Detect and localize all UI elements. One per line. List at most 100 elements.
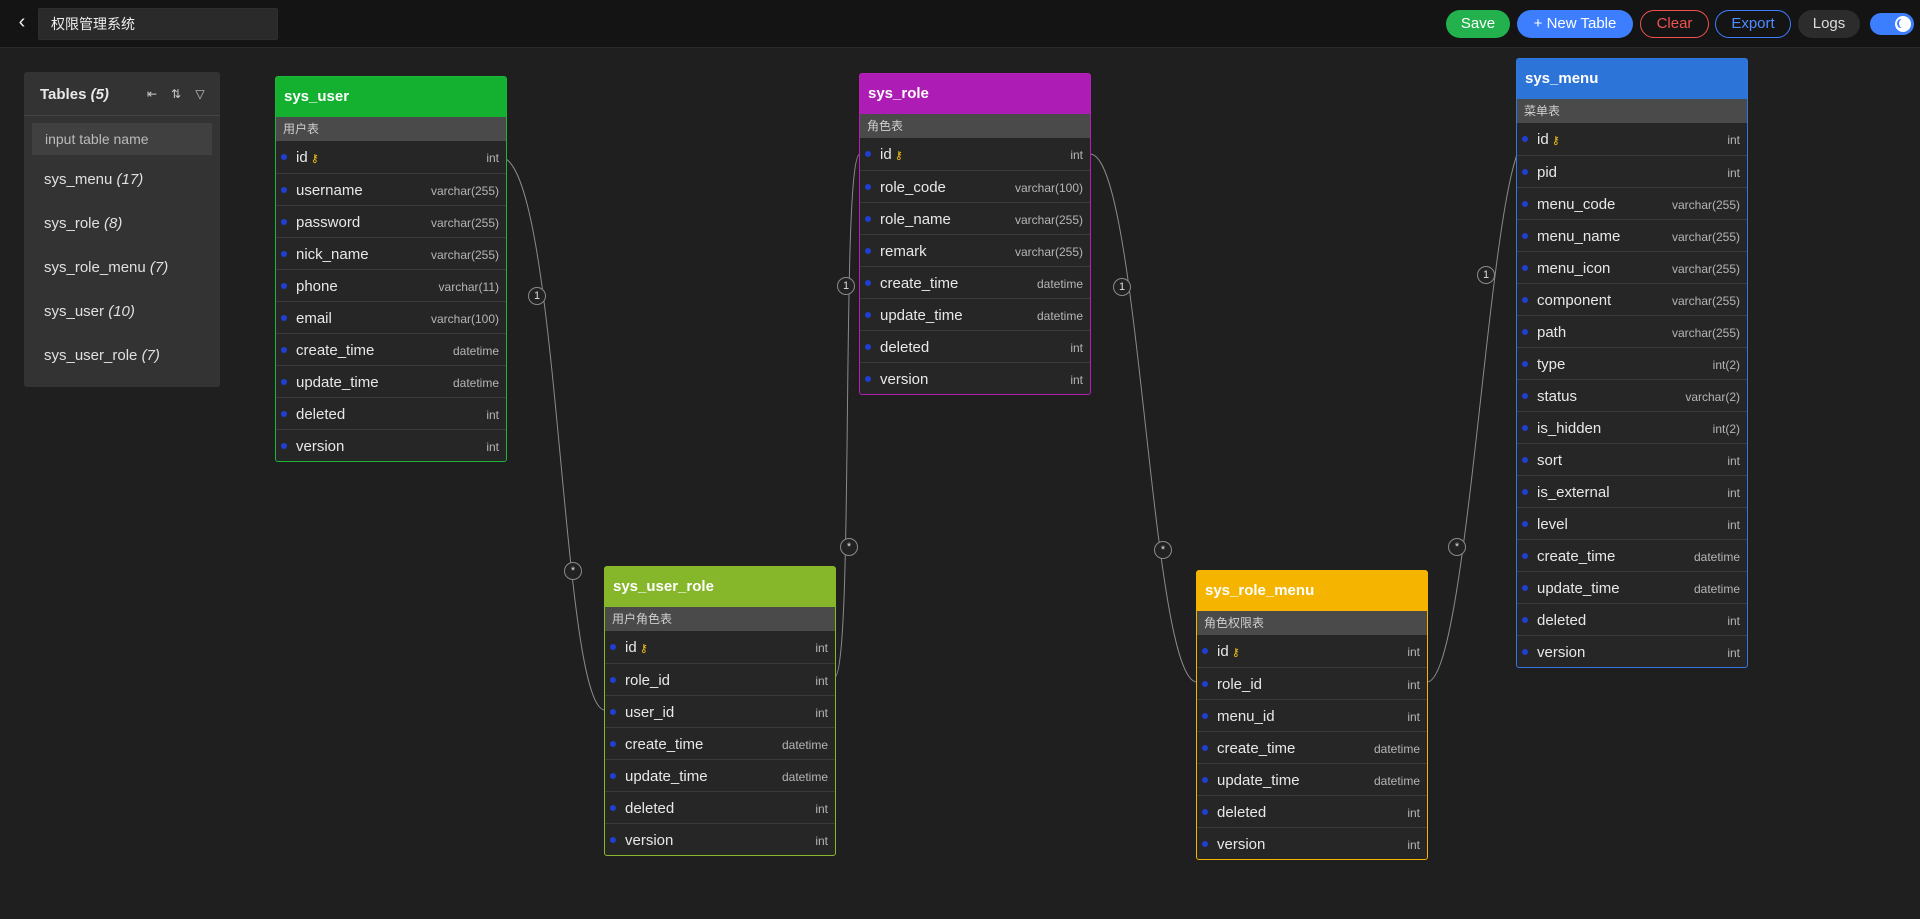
connection-handle[interactable]: [281, 347, 287, 353]
theme-toggle[interactable]: [1870, 13, 1914, 35]
sidebar-item-sys-role-menu[interactable]: sys_role_menu (7): [44, 259, 168, 276]
field-row[interactable]: version int: [605, 823, 835, 855]
table-card-sys-user-role[interactable]: sys_user_role 用户角色表 id ⚷ int role_id int user_i…: [604, 566, 836, 856]
field-row[interactable]: update_time datetime: [1197, 763, 1427, 795]
field-row[interactable]: create_time datetime: [1517, 539, 1747, 571]
table-name[interactable]: sys_role: [860, 74, 1090, 114]
table-card-sys-menu[interactable]: sys_menu 菜单表 id ⚷ int pid int menu_code varchar(…: [1516, 58, 1748, 668]
connection-handle[interactable]: [865, 344, 871, 350]
connection-handle[interactable]: [610, 805, 616, 811]
connection-handle[interactable]: [1522, 425, 1528, 431]
field-row[interactable]: deleted int: [1197, 795, 1427, 827]
connection-handle[interactable]: [1522, 617, 1528, 623]
field-row[interactable]: email varchar(100): [276, 301, 506, 333]
connection-handle[interactable]: [1202, 809, 1208, 815]
field-row[interactable]: create_time datetime: [276, 333, 506, 365]
connection-handle[interactable]: [610, 773, 616, 779]
connection-handle[interactable]: [865, 248, 871, 254]
sidebar-item-sys-menu[interactable]: sys_menu (17): [44, 171, 143, 188]
connection-handle[interactable]: [281, 154, 287, 160]
save-button[interactable]: Save: [1446, 10, 1510, 38]
connection-handle[interactable]: [610, 644, 616, 650]
connection-handle[interactable]: [1522, 457, 1528, 463]
field-row[interactable]: deleted int: [860, 330, 1090, 362]
connection-handle[interactable]: [281, 411, 287, 417]
field-row[interactable]: menu_code varchar(255): [1517, 187, 1747, 219]
field-row[interactable]: level int: [1517, 507, 1747, 539]
connection-handle[interactable]: [281, 443, 287, 449]
connection-handle[interactable]: [1522, 521, 1528, 527]
field-row[interactable]: update_time datetime: [1517, 571, 1747, 603]
field-row[interactable]: is_hidden int(2): [1517, 411, 1747, 443]
table-name[interactable]: sys_role_menu: [1197, 571, 1427, 611]
field-row[interactable]: id ⚷ int: [1197, 635, 1427, 667]
sort-icon[interactable]: ⇅: [168, 86, 184, 102]
clear-button[interactable]: Clear: [1640, 10, 1709, 38]
field-row[interactable]: role_code varchar(100): [860, 170, 1090, 202]
connection-handle[interactable]: [1522, 393, 1528, 399]
export-button[interactable]: Export: [1715, 10, 1791, 38]
field-row[interactable]: deleted int: [605, 791, 835, 823]
connection-handle[interactable]: [1522, 649, 1528, 655]
field-row[interactable]: version int: [276, 429, 506, 461]
connection-handle[interactable]: [281, 315, 287, 321]
table-name[interactable]: sys_user: [276, 77, 506, 117]
connection-handle[interactable]: [1522, 136, 1528, 142]
field-row[interactable]: sort int: [1517, 443, 1747, 475]
connection-handle[interactable]: [1522, 553, 1528, 559]
connection-handle[interactable]: [610, 677, 616, 683]
field-row[interactable]: password varchar(255): [276, 205, 506, 237]
connection-handle[interactable]: [281, 219, 287, 225]
field-row[interactable]: role_id int: [605, 663, 835, 695]
field-row[interactable]: deleted int: [276, 397, 506, 429]
connection-handle[interactable]: [865, 184, 871, 190]
field-row[interactable]: type int(2): [1517, 347, 1747, 379]
field-row[interactable]: deleted int: [1517, 603, 1747, 635]
sidebar-item-sys-user[interactable]: sys_user (10): [44, 303, 135, 320]
new-table-button[interactable]: + New Table: [1517, 10, 1633, 38]
field-row[interactable]: id ⚷ int: [1517, 123, 1747, 155]
connection-handle[interactable]: [281, 283, 287, 289]
field-row[interactable]: status varchar(2): [1517, 379, 1747, 411]
field-row[interactable]: user_id int: [605, 695, 835, 727]
field-row[interactable]: menu_name varchar(255): [1517, 219, 1747, 251]
connection-handle[interactable]: [610, 741, 616, 747]
connection-handle[interactable]: [1202, 841, 1208, 847]
connection-handle[interactable]: [1202, 713, 1208, 719]
field-row[interactable]: version int: [860, 362, 1090, 394]
table-search-input[interactable]: [32, 123, 212, 155]
collapse-icon[interactable]: ⇤: [144, 86, 160, 102]
connection-handle[interactable]: [1522, 297, 1528, 303]
field-row[interactable]: menu_icon varchar(255): [1517, 251, 1747, 283]
connection-handle[interactable]: [281, 379, 287, 385]
field-row[interactable]: create_time datetime: [1197, 731, 1427, 763]
field-row[interactable]: component varchar(255): [1517, 283, 1747, 315]
field-row[interactable]: create_time datetime: [860, 266, 1090, 298]
table-card-sys-user[interactable]: sys_user 用户表 id ⚷ int username varchar(255) pas…: [275, 76, 507, 462]
field-row[interactable]: id ⚷ int: [276, 141, 506, 173]
field-row[interactable]: update_time datetime: [860, 298, 1090, 330]
connection-handle[interactable]: [865, 151, 871, 157]
field-row[interactable]: path varchar(255): [1517, 315, 1747, 347]
connection-handle[interactable]: [1522, 585, 1528, 591]
chevron-left-icon[interactable]: ‹: [10, 11, 34, 35]
field-row[interactable]: role_id int: [1197, 667, 1427, 699]
connection-handle[interactable]: [865, 376, 871, 382]
connection-handle[interactable]: [281, 251, 287, 257]
field-row[interactable]: username varchar(255): [276, 173, 506, 205]
connection-handle[interactable]: [610, 709, 616, 715]
table-name[interactable]: sys_user_role: [605, 567, 835, 607]
field-row[interactable]: nick_name varchar(255): [276, 237, 506, 269]
field-row[interactable]: pid int: [1517, 155, 1747, 187]
connection-handle[interactable]: [1202, 681, 1208, 687]
field-row[interactable]: id ⚷ int: [860, 138, 1090, 170]
connection-handle[interactable]: [865, 312, 871, 318]
sidebar-item-sys-role[interactable]: sys_role (8): [44, 215, 122, 232]
field-row[interactable]: version int: [1197, 827, 1427, 859]
connection-handle[interactable]: [1522, 201, 1528, 207]
connection-handle[interactable]: [1522, 489, 1528, 495]
logs-button[interactable]: Logs: [1798, 10, 1860, 38]
connection-handle[interactable]: [1522, 169, 1528, 175]
field-row[interactable]: update_time datetime: [276, 365, 506, 397]
field-row[interactable]: remark varchar(255): [860, 234, 1090, 266]
